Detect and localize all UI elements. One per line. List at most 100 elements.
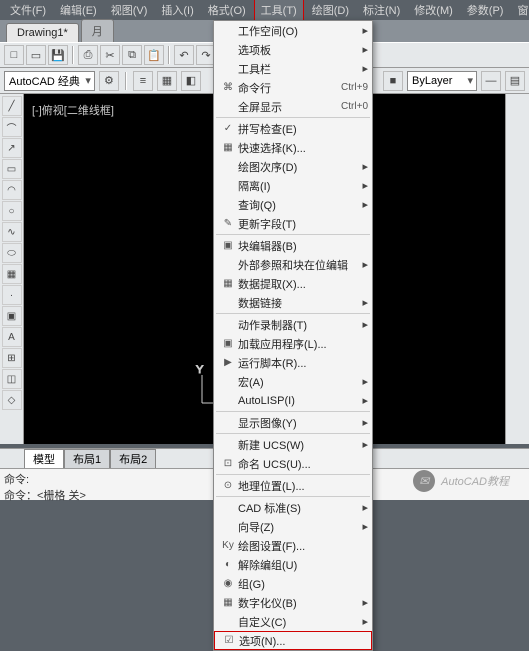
color-icon[interactable]: ■ (383, 71, 403, 91)
menu-item-解除编组U[interactable]: ◐解除编组(U) (214, 555, 372, 574)
copy-icon[interactable]: ⧉ (122, 45, 142, 65)
save-icon[interactable]: 💾 (48, 45, 68, 65)
menu-item-数据提取X[interactable]: ▦数据提取(X)... (214, 274, 372, 293)
menu-item-宏A[interactable]: 宏(A)▸ (214, 372, 372, 391)
menu-item-命名UCSU[interactable]: ⊡命名 UCS(U)... (214, 454, 372, 473)
ellipse-tool-icon[interactable]: ⬭ (2, 243, 22, 263)
menu-item-动作录制器T[interactable]: 动作录制器(T)▸ (214, 315, 372, 334)
menu-item-label: 自定义(C) (238, 614, 362, 630)
submenu-arrow-icon: ▸ (362, 615, 368, 628)
hatch-tool-icon[interactable]: ▦ (2, 264, 22, 284)
point-tool-icon[interactable]: · (2, 285, 22, 305)
region-tool-icon[interactable]: ◫ (2, 369, 22, 389)
menu-item-隔离I[interactable]: 隔离(I)▸ (214, 176, 372, 195)
text-tool-icon[interactable]: A (2, 327, 22, 347)
menu-item-label: AutoLISP(I) (238, 395, 362, 407)
table-tool-icon[interactable]: ⊞ (2, 348, 22, 368)
cut-icon[interactable]: ✂ (100, 45, 120, 65)
tool2-icon[interactable]: ◧ (181, 71, 201, 91)
menu-item-更新字段T[interactable]: ✎更新字段(T) (214, 214, 372, 233)
menu-视图V[interactable]: 视图(V) (105, 0, 154, 20)
line-tool-icon[interactable]: ╱ (2, 96, 22, 116)
line-icon[interactable]: — (481, 71, 501, 91)
menu-item-查询Q[interactable]: 查询(Q)▸ (214, 195, 372, 214)
new-icon[interactable]: □ (4, 45, 24, 65)
menu-item-icon: ▦ (218, 597, 238, 608)
submenu-arrow-icon: ▸ (362, 258, 368, 271)
menu-item-工具栏[interactable]: 工具栏▸ (214, 59, 372, 78)
undo-icon[interactable]: ↶ (174, 45, 194, 65)
menu-item-命令行[interactable]: ⌘命令行Ctrl+9 (214, 78, 372, 97)
menu-item-label: 数据链接 (238, 295, 362, 311)
menu-item-label: 隔离(I) (238, 178, 362, 194)
workspace-select[interactable]: AutoCAD 经典 (4, 71, 95, 91)
menu-item-icon: ▣ (218, 338, 238, 349)
menu-item-label: 地理位置(L)... (238, 478, 368, 494)
menu-item-数字化仪B[interactable]: ▦数字化仪(B)▸ (214, 593, 372, 612)
layer-icon[interactable]: ≡ (133, 71, 153, 91)
menu-参数P[interactable]: 参数(P) (461, 0, 510, 20)
menu-item-label: 宏(A) (238, 374, 362, 390)
menu-item-绘图次序D[interactable]: 绘图次序(D)▸ (214, 157, 372, 176)
ray-tool-icon[interactable]: ↗ (2, 138, 22, 158)
rect-tool-icon[interactable]: ▭ (2, 159, 22, 179)
menu-绘图D[interactable]: 绘图(D) (306, 0, 355, 20)
menu-item-icon: ◐ (218, 559, 238, 570)
menu-item-组G[interactable]: ◉组(G) (214, 574, 372, 593)
arc-tool-icon[interactable]: ◠ (2, 180, 22, 200)
menu-工具T[interactable]: 工具(T) (254, 0, 304, 21)
model-tab-布局1[interactable]: 布局1 (64, 449, 110, 468)
spline-tool-icon[interactable]: ∿ (2, 222, 22, 242)
block-tool-icon[interactable]: ▣ (2, 306, 22, 326)
menu-item-label: CAD 标准(S) (238, 500, 362, 516)
menu-修改M[interactable]: 修改(M) (408, 0, 459, 20)
menu-item-块编辑器B[interactable]: ▣块编辑器(B) (214, 236, 372, 255)
menu-窗口W[interactable]: 窗口(W) (511, 0, 529, 20)
tab-other[interactable]: 月 (81, 19, 114, 42)
menu-item-数据链接[interactable]: 数据链接▸ (214, 293, 372, 312)
tool-icon[interactable]: ▦ (157, 71, 177, 91)
menu-item-label: 向导(Z) (238, 519, 362, 535)
menu-item-icon: ☑ (219, 635, 239, 646)
menu-item-AutoLISPI[interactable]: AutoLISP(I)▸ (214, 391, 372, 410)
menu-item-绘图设置F[interactable]: Ky绘图设置(F)... (214, 536, 372, 555)
menu-item-icon: ⊡ (218, 458, 238, 469)
menu-item-地理位置L[interactable]: ⊙地理位置(L)... (214, 476, 372, 495)
menu-item-拼写检查E[interactable]: ✓拼写检查(E) (214, 119, 372, 138)
menu-item-label: 选项(N)... (239, 633, 367, 649)
menu-格式O[interactable]: 格式(O) (202, 0, 252, 20)
menu-插入I[interactable]: 插入(I) (155, 0, 199, 20)
menu-item-新建UCSW[interactable]: 新建 UCS(W)▸ (214, 435, 372, 454)
menu-item-全屏显示[interactable]: 全屏显示Ctrl+0 (214, 97, 372, 116)
menu-item-CAD标准S[interactable]: CAD 标准(S)▸ (214, 498, 372, 517)
misc-tool-icon[interactable]: ◇ (2, 390, 22, 410)
menu-item-快速选择K[interactable]: ▦快速选择(K)... (214, 138, 372, 157)
menu-item-选项板[interactable]: 选项板▸ (214, 40, 372, 59)
bylayer-select[interactable]: ByLayer (407, 71, 477, 91)
menu-item-加载应用程序L[interactable]: ▣加载应用程序(L)... (214, 334, 372, 353)
menu-标注N[interactable]: 标注(N) (357, 0, 406, 20)
menu-item-自定义C[interactable]: 自定义(C)▸ (214, 612, 372, 631)
prop-icon[interactable]: ▤ (505, 71, 525, 91)
menu-item-显示图像Y[interactable]: 显示图像(Y)▸ (214, 413, 372, 432)
paste-icon[interactable]: 📋 (144, 45, 164, 65)
model-tab-布局2[interactable]: 布局2 (110, 449, 156, 468)
print-icon[interactable]: ⎙ (78, 45, 98, 65)
menu-item-label: 外部参照和块在位编辑 (238, 257, 362, 273)
menu-item-label: 更新字段(T) (238, 216, 368, 232)
menu-item-外部参照和块在位编辑[interactable]: 外部参照和块在位编辑▸ (214, 255, 372, 274)
circle-tool-icon[interactable]: ○ (2, 201, 22, 221)
menu-文件F[interactable]: 文件(F) (4, 0, 52, 20)
pline-tool-icon[interactable]: ⌒ (2, 117, 22, 137)
ws-gear-icon[interactable]: ⚙ (99, 71, 119, 91)
menu-item-运行脚本R[interactable]: ▶运行脚本(R)... (214, 353, 372, 372)
tab-active[interactable]: Drawing1* (6, 23, 79, 42)
svg-text:Y: Y (196, 364, 204, 376)
submenu-arrow-icon: ▸ (362, 394, 368, 407)
menu-编辑E[interactable]: 编辑(E) (54, 0, 103, 20)
model-tab-模型[interactable]: 模型 (24, 449, 64, 468)
open-icon[interactable]: ▭ (26, 45, 46, 65)
menu-item-工作空间O[interactable]: 工作空间(O)▸ (214, 21, 372, 40)
menu-item-选项N[interactable]: ☑选项(N)... (214, 631, 372, 650)
menu-item-向导Z[interactable]: 向导(Z)▸ (214, 517, 372, 536)
